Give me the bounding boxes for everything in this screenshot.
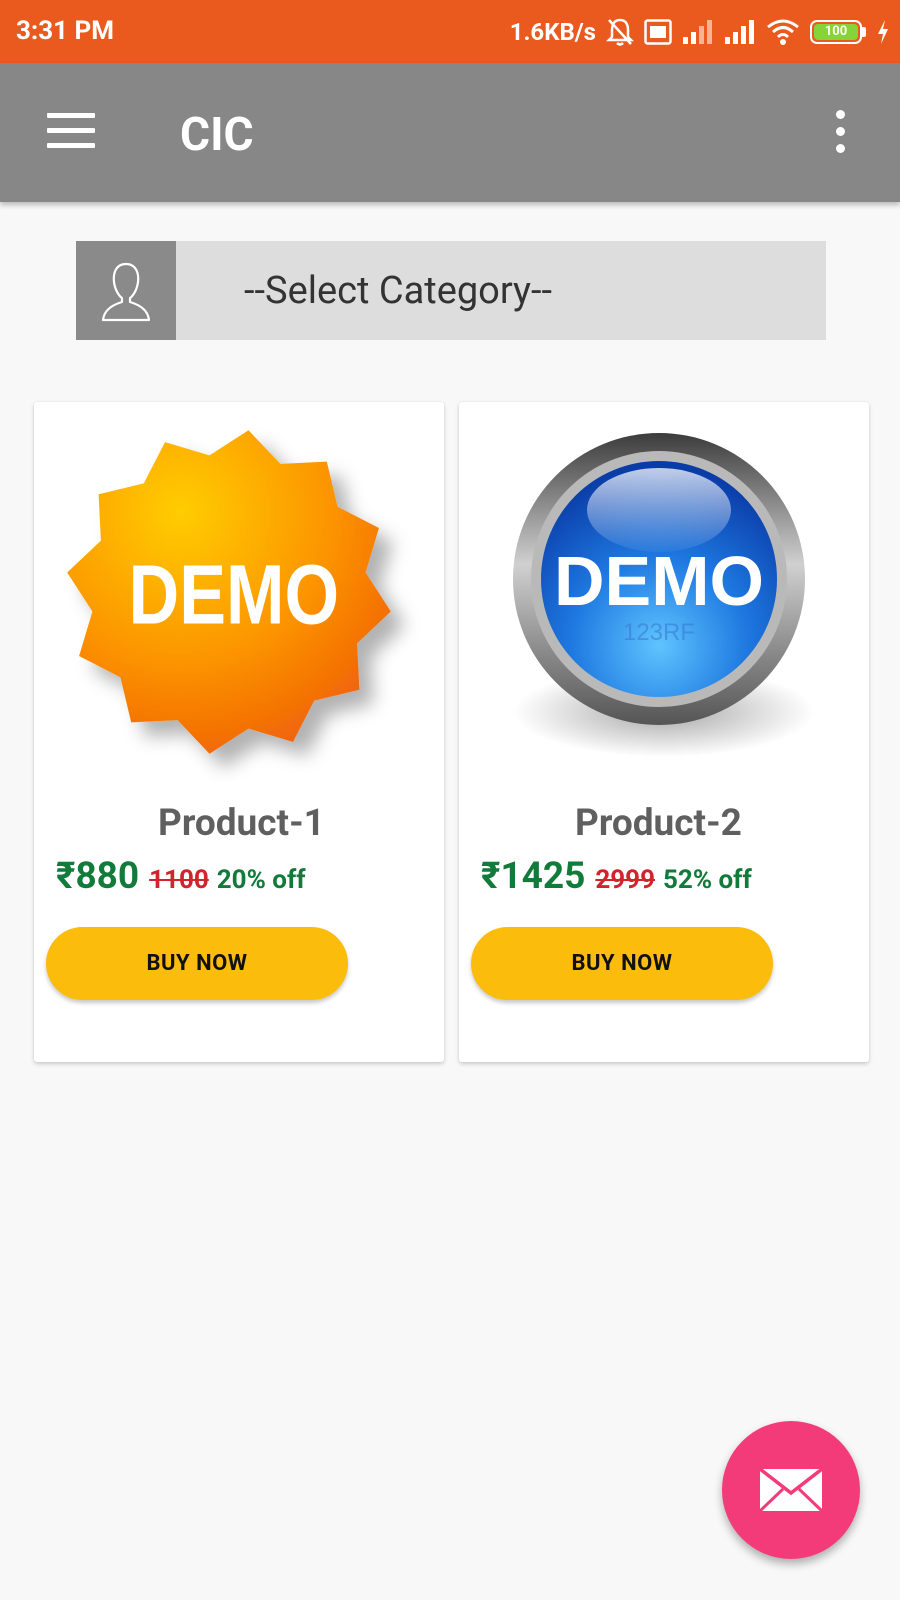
product-name: Product-2 — [575, 802, 742, 845]
status-time: 3:31 PM — [16, 16, 115, 46]
product-image-text: DEMO — [554, 542, 764, 620]
product-image-demo-button: DEMO 123RF — [513, 433, 814, 757]
buy-now-button[interactable]: BUY NOW — [471, 927, 773, 1000]
price-row: ₹880 1100 20% off — [56, 855, 306, 898]
user-icon — [76, 241, 176, 340]
app-title: CIC — [180, 108, 254, 162]
more-vertical-icon[interactable] — [834, 110, 846, 154]
price-discount: 52% off — [662, 865, 752, 895]
battery-icon: 100 — [810, 20, 866, 44]
category-select[interactable]: --Select Category-- — [76, 241, 826, 340]
buy-now-button[interactable]: BUY NOW — [46, 927, 348, 1000]
network-speed: 1.6KB/s — [509, 18, 596, 46]
status-indicators: 1.6KB/s 100 — [510, 14, 890, 50]
product-name: Product-1 — [158, 802, 325, 845]
battery-level: 100 — [814, 24, 858, 40]
charging-icon — [878, 20, 888, 44]
price-original: 1100 — [149, 865, 209, 895]
hamburger-menu-icon[interactable] — [47, 113, 95, 149]
status-bar: 3:31 PM 1.6KB/s 100 — [0, 0, 900, 63]
signal-icon — [725, 20, 754, 44]
wifi-icon — [767, 19, 799, 45]
price-current: ₹880 — [56, 855, 140, 898]
price-discount: 20% off — [216, 865, 306, 895]
product-card[interactable]: DEMO 123RF Product-2 ₹1425 2999 52% off … — [459, 402, 869, 1062]
mail-fab[interactable] — [722, 1421, 860, 1559]
category-placeholder: --Select Category-- — [244, 269, 553, 313]
price-original: 2999 — [595, 865, 656, 895]
image-watermark: 123RF — [623, 619, 695, 646]
product-card[interactable]: DEMO Product-1 ₹880 1100 20% off BUY NOW — [34, 402, 444, 1062]
volte-icon — [644, 19, 672, 45]
bell-off-icon — [606, 18, 634, 46]
product-image-text: DEMO — [129, 549, 340, 642]
signal-icon — [683, 20, 712, 44]
app-bar: CIC — [0, 63, 900, 202]
product-image-demo-badge: DEMO — [67, 430, 391, 754]
price-current: ₹1425 — [481, 855, 586, 898]
price-row: ₹1425 2999 52% off — [481, 855, 752, 898]
mail-icon — [758, 1467, 824, 1513]
